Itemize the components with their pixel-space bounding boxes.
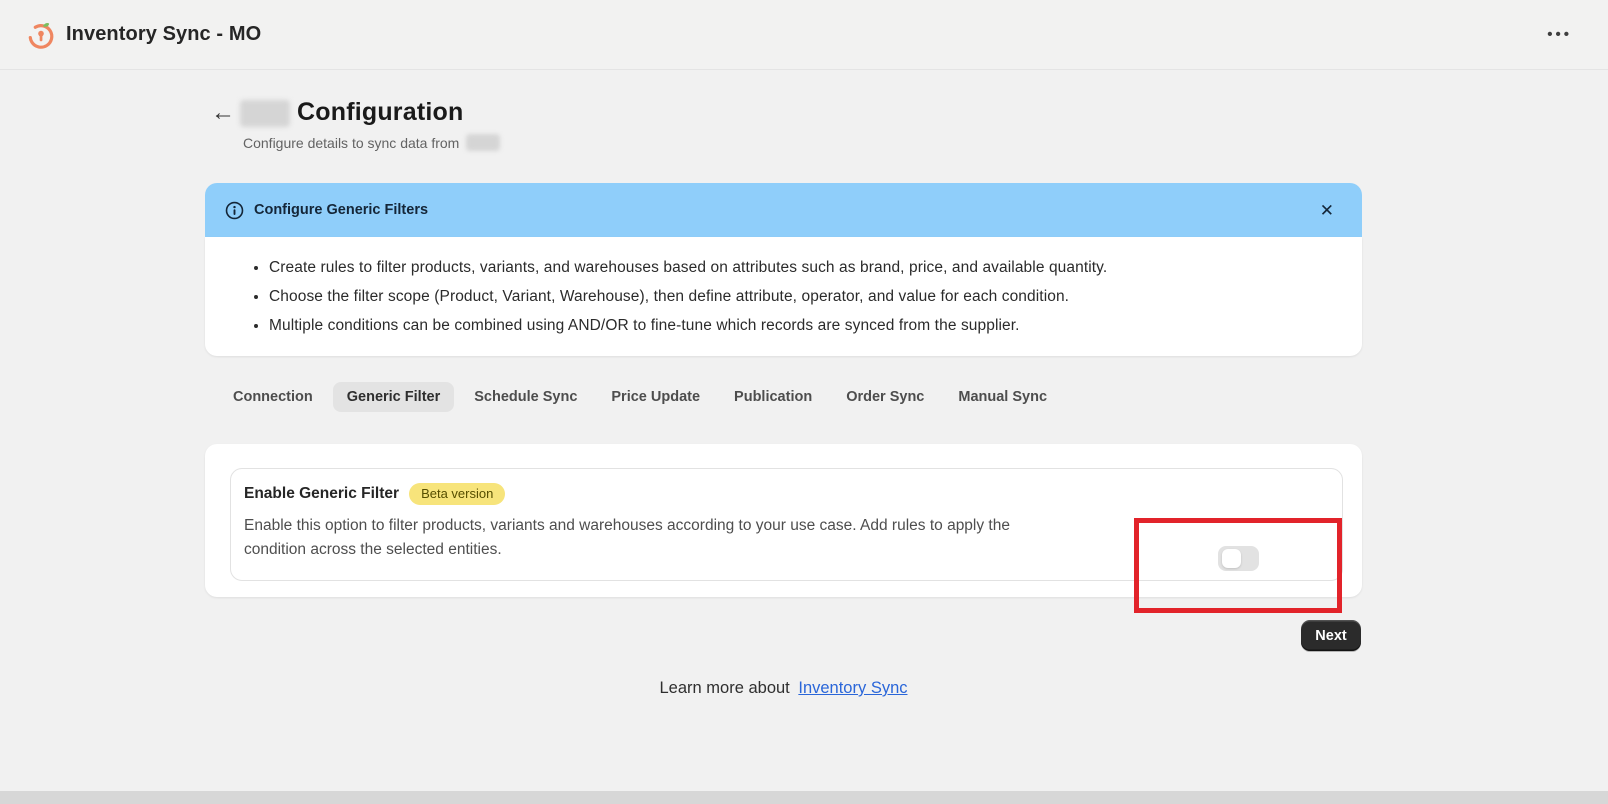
tab-price-update[interactable]: Price Update [597, 382, 714, 412]
red-highlight-annotation [1134, 518, 1342, 613]
tab-order-sync[interactable]: Order Sync [832, 382, 938, 412]
tab-publication[interactable]: Publication [720, 382, 826, 412]
page-title: Configuration [297, 98, 464, 126]
footer-text: Learn more about [659, 679, 790, 697]
enable-filter-description: Enable this option to filter products, v… [244, 517, 1010, 558]
banner-close-icon[interactable]: ✕ [1312, 198, 1342, 223]
banner-bullet: Create rules to filter products, variant… [269, 253, 1334, 282]
banner-title: Configure Generic Filters [254, 202, 429, 218]
info-icon [225, 201, 244, 219]
enable-filter-section: Enable Generic Filter Beta version Enabl… [230, 468, 1343, 613]
app-title: Inventory Sync - MO [66, 23, 262, 45]
inventory-sync-link[interactable]: Inventory Sync [798, 679, 907, 697]
generic-filter-toggle[interactable] [1218, 546, 1259, 571]
tab-generic-filter[interactable]: Generic Filter [332, 382, 455, 412]
banner-bullet: Multiple conditions can be combined usin… [269, 311, 1334, 340]
tab-connection[interactable]: Connection [219, 382, 327, 412]
topbar: Inventory Sync - MO ••• [0, 0, 1608, 70]
tab-schedule-sync[interactable]: Schedule Sync [460, 382, 591, 412]
app-window: Inventory Sync - MO ••• ← Configuration … [0, 0, 1608, 804]
beta-version-badge: Beta version [409, 483, 506, 505]
config-tabs: Connection Generic Filter Schedule Sync … [219, 382, 1061, 412]
enable-filter-title: Enable Generic Filter [244, 485, 400, 502]
page-subtitle-text: Configure details to sync data from [243, 134, 460, 151]
overflow-menu-icon[interactable]: ••• [1537, 24, 1582, 46]
toggle-knob [1222, 549, 1241, 568]
page-subtitle: Configure details to sync data from [243, 134, 501, 151]
info-banner-header: Configure Generic Filters ✕ [205, 183, 1362, 237]
next-button[interactable]: Next [1301, 620, 1361, 651]
window-bottom-edge [0, 791, 1608, 804]
footer-note: Learn more about Inventory Sync [205, 679, 1362, 698]
app-logo-icon [28, 22, 54, 49]
generic-filter-card: Enable Generic Filter Beta version Enabl… [205, 444, 1362, 613]
banner-bullet-list: Create rules to filter products, variant… [269, 253, 1334, 340]
banner-bullet: Choose the filter scope (Product, Varian… [269, 282, 1334, 311]
tab-manual-sync[interactable]: Manual Sync [944, 382, 1061, 412]
redacted-store-name [240, 100, 290, 127]
info-banner-body: Create rules to filter products, variant… [205, 237, 1362, 356]
back-arrow-icon[interactable]: ← [208, 98, 238, 128]
redacted-source-name [466, 134, 501, 151]
